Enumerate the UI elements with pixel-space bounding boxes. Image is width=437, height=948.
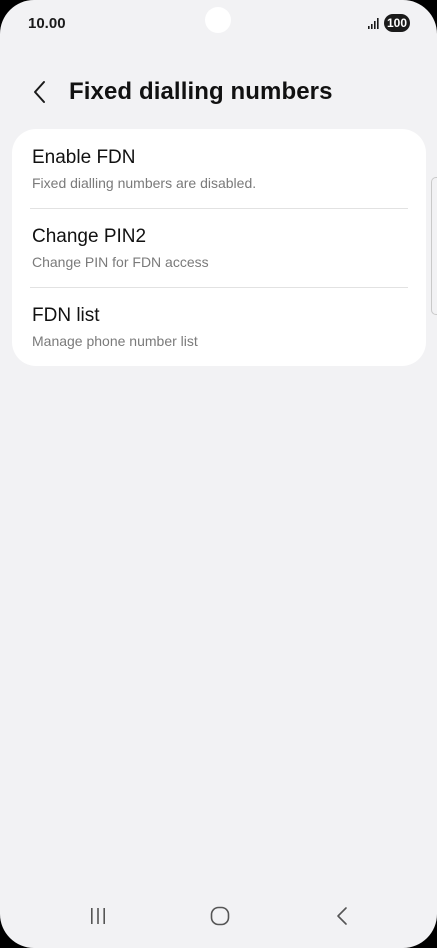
menu-item-fdn-list[interactable]: FDN list Manage phone number list [12,287,426,366]
chevron-left-icon [34,81,45,103]
recent-apps-icon [91,908,105,924]
signal-icon [367,18,379,29]
page-title: Fixed dialling numbers [69,78,333,105]
menu-item-title: Enable FDN [32,147,136,168]
phone-screen: 10.00 100 Fixed dialling numbers Enable … [0,0,437,948]
settings-card: Enable FDN Fixed dialling numbers are di… [12,129,426,366]
menu-item-subtitle: Manage phone number list [32,333,198,349]
back-button[interactable] [26,78,54,106]
status-indicators: 100 [367,14,410,32]
camera-cutout [205,7,231,33]
menu-item-title: FDN list [32,305,100,326]
status-time: 10.00 [28,15,66,32]
home-button[interactable] [200,902,240,930]
recent-apps-button[interactable] [78,902,118,930]
home-icon [210,906,230,926]
menu-item-subtitle: Fixed dialling numbers are disabled. [32,175,257,191]
menu-item-subtitle: Change PIN for FDN access [32,254,209,270]
navigation-bar [0,892,437,948]
menu-item-title: Change PIN2 [32,226,147,247]
menu-item-change-pin2[interactable]: Change PIN2 Change PIN for FDN access [12,208,426,287]
status-bar: 10.00 100 [0,0,437,48]
menu-item-enable-fdn[interactable]: Enable FDN Fixed dialling numbers are di… [12,129,426,208]
edge-panel-handle[interactable] [431,177,437,315]
battery-badge: 100 [383,14,410,32]
back-icon [337,907,347,925]
page-header: Fixed dialling numbers [0,72,437,116]
nav-back-button[interactable] [322,902,362,930]
